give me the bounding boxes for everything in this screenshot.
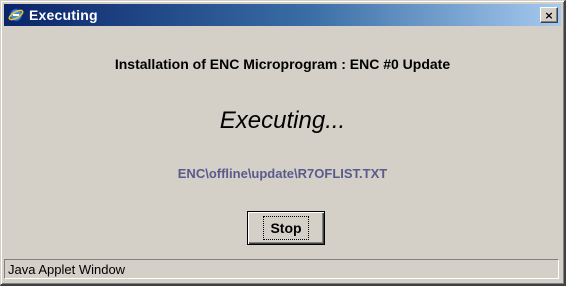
internet-explorer-icon (7, 6, 25, 24)
executing-dialog: Executing × Installation of ENC Micropro… (0, 0, 566, 286)
status-bar: Java Applet Window (4, 259, 559, 279)
close-button[interactable]: × (540, 7, 558, 23)
stop-button[interactable]: Stop (247, 211, 325, 245)
installation-heading: Installation of ENC Microprogram : ENC #… (114, 56, 451, 72)
file-path-label: ENC\offline\update\R7OFLIST.TXT (177, 166, 388, 181)
status-bar-text: Java Applet Window (8, 261, 126, 277)
window-title: Executing (29, 7, 98, 23)
title-bar[interactable]: Executing × (4, 4, 561, 26)
close-icon: × (544, 8, 554, 22)
stop-button-label: Stop (263, 216, 309, 240)
executing-status-text: Executing... (219, 107, 346, 134)
